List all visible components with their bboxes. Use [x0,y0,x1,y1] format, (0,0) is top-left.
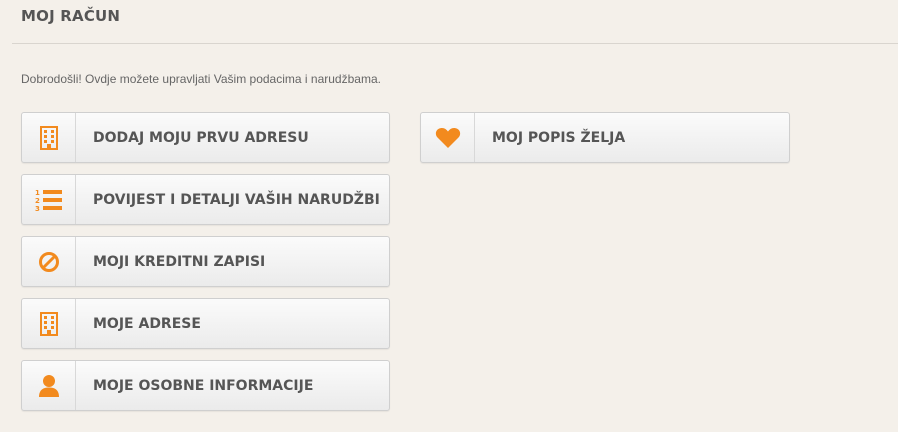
numbered-list-icon: 1 2 3 [22,175,76,224]
ban-icon [22,237,76,286]
button-label: MOJI KREDITNI ZAPISI [93,253,266,270]
wishlist-button[interactable]: MOJ POPIS ŽELJA [420,112,790,163]
my-addresses-button[interactable]: MOJE ADRESE [21,298,390,349]
svg-text:1: 1 [35,189,40,197]
personal-info-button[interactable]: MOJE OSOBNE INFORMACIJE [21,360,390,411]
button-label: MOJE OSOBNE INFORMACIJE [93,377,314,394]
svg-text:2: 2 [35,197,40,205]
order-history-button[interactable]: 1 2 3 POVIJEST I DETALJI VAŠIH NARUDŽBI [21,174,390,225]
button-label: MOJ POPIS ŽELJA [492,129,626,146]
intro-text: Dobrodošli! Ovdje možete upravljati Vaši… [21,72,381,86]
account-links-right: MOJ POPIS ŽELJA [420,112,790,174]
page-title: MOJ RAČUN [21,7,121,25]
building-icon [22,113,76,162]
svg-text:3: 3 [35,205,40,212]
title-divider [12,43,898,44]
building-icon [22,299,76,348]
user-icon [22,361,76,410]
button-label: POVIJEST I DETALJI VAŠIH NARUDŽBI [93,191,380,208]
heart-icon [421,113,475,162]
button-label: MOJE ADRESE [93,315,201,332]
account-links-left: DODAJ MOJU PRVU ADRESU 1 2 3 POVIJEST I … [21,112,390,422]
credit-slips-button[interactable]: MOJI KREDITNI ZAPISI [21,236,390,287]
button-label: DODAJ MOJU PRVU ADRESU [93,129,309,146]
add-first-address-button[interactable]: DODAJ MOJU PRVU ADRESU [21,112,390,163]
